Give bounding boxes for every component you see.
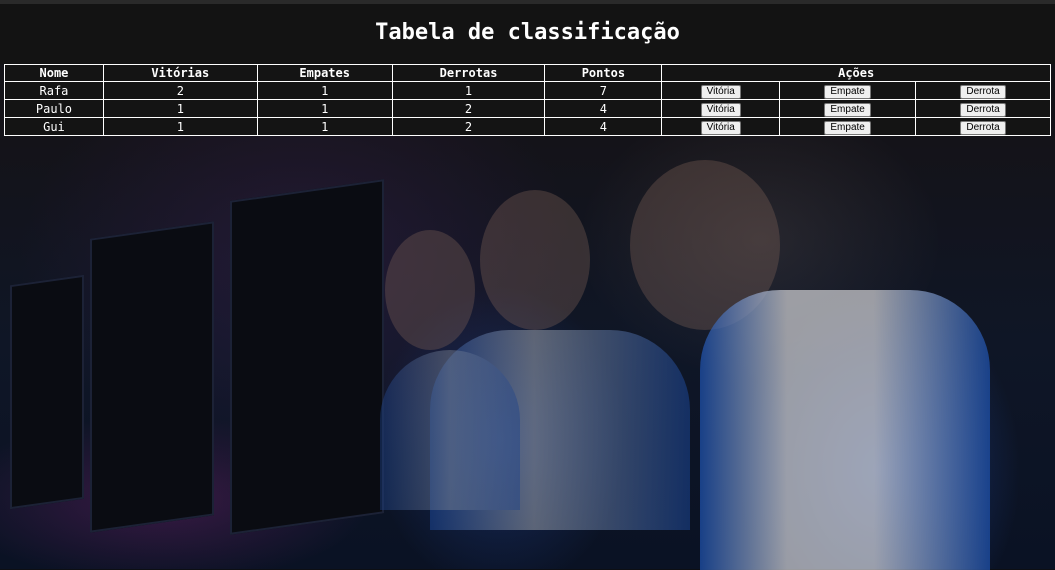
monitor-shape <box>10 274 84 510</box>
cell-action: Vitória <box>661 99 781 118</box>
cell-action: Empate <box>779 99 917 118</box>
cell-derrotas: 1 <box>391 81 546 100</box>
cell-pontos: 4 <box>544 117 663 136</box>
header-derrotas: Derrotas <box>391 64 546 82</box>
header-acoes: Ações <box>661 64 1051 82</box>
cell-vitorias: 1 <box>102 117 258 136</box>
loss-button[interactable]: Derrota <box>960 120 1006 135</box>
header-vitorias: Vitórias <box>102 64 258 82</box>
draw-button[interactable]: Empate <box>824 120 871 135</box>
cell-derrotas: 2 <box>391 99 546 118</box>
monitor-shape <box>90 221 214 533</box>
loss-button[interactable]: Derrota <box>960 84 1006 99</box>
win-button[interactable]: Vitória <box>700 102 741 117</box>
standings-table: Nome Vitórias Empates Derrotas Pontos Aç… <box>4 64 1051 136</box>
cell-vitorias: 2 <box>102 81 258 100</box>
cell-nome: Paulo <box>4 99 104 118</box>
cell-action: Vitória <box>661 117 781 136</box>
cell-nome: Rafa <box>4 81 104 100</box>
draw-button[interactable]: Empate <box>824 102 871 117</box>
monitor-shape <box>230 179 384 535</box>
table-row: Paulo 1 1 2 4 Vitória Empate Derrota <box>4 99 1051 118</box>
header-pontos: Pontos <box>544 64 663 82</box>
player-shirt <box>700 290 990 570</box>
cell-action: Derrota <box>915 99 1051 118</box>
page-title: Tabela de classificação <box>375 20 680 45</box>
cell-pontos: 7 <box>544 81 663 100</box>
player-head <box>385 230 475 350</box>
draw-button[interactable]: Empate <box>824 84 871 99</box>
player-head <box>480 190 590 330</box>
cell-action: Empate <box>779 117 917 136</box>
header-empates: Empates <box>256 64 393 82</box>
cell-pontos: 4 <box>544 99 663 118</box>
cell-derrotas: 2 <box>391 117 546 136</box>
cell-nome: Gui <box>4 117 104 136</box>
win-button[interactable]: Vitória <box>700 84 741 99</box>
cell-vitorias: 1 <box>102 99 258 118</box>
cell-action: Empate <box>779 81 917 100</box>
cell-empates: 1 <box>256 81 393 100</box>
table-row: Rafa 2 1 1 7 Vitória Empate Derrota <box>4 81 1051 100</box>
cell-action: Vitória <box>661 81 781 100</box>
cell-action: Derrota <box>915 117 1051 136</box>
table-header-row: Nome Vitórias Empates Derrotas Pontos Aç… <box>4 64 1051 82</box>
cell-empates: 1 <box>256 99 393 118</box>
loss-button[interactable]: Derrota <box>960 102 1006 117</box>
header-nome: Nome <box>4 64 104 82</box>
cell-empates: 1 <box>256 117 393 136</box>
player-shirt <box>380 350 520 510</box>
table-row: Gui 1 1 2 4 Vitória Empate Derrota <box>4 117 1051 136</box>
cell-action: Derrota <box>915 81 1051 100</box>
win-button[interactable]: Vitória <box>700 120 741 135</box>
